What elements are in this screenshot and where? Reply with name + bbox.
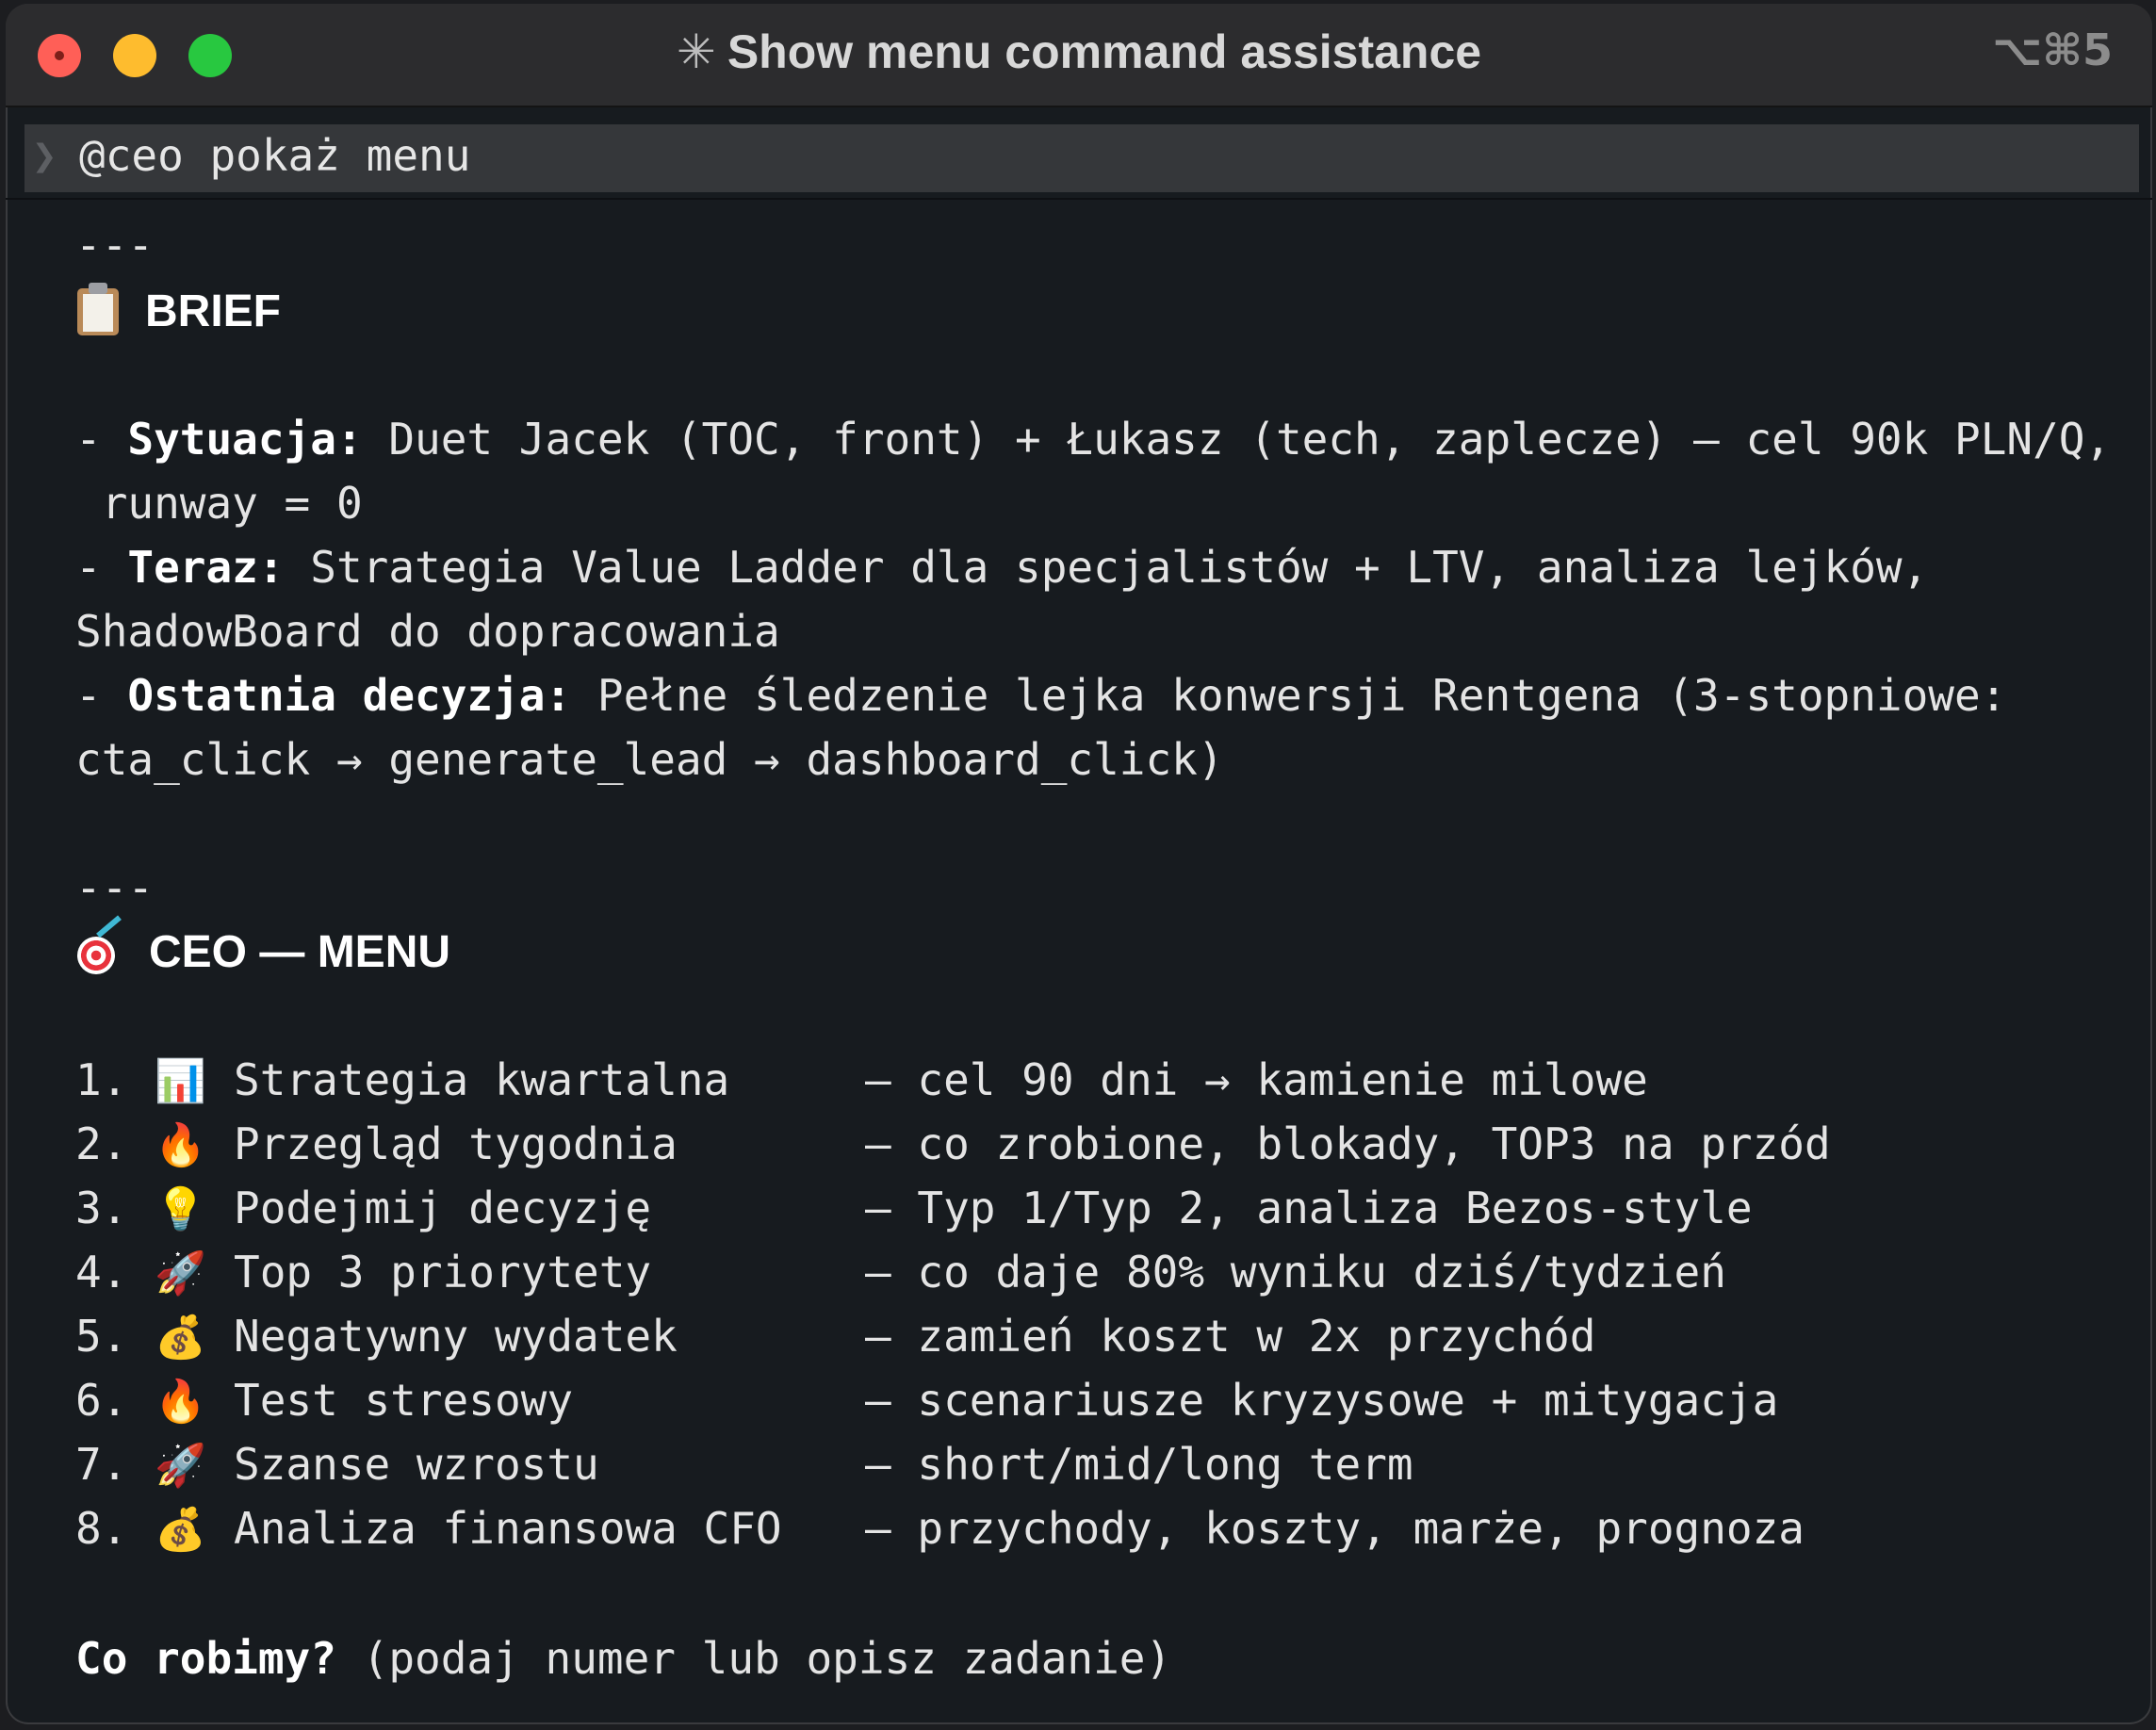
menu-item-label: Przegląd tygodnia: [234, 1118, 678, 1169]
rocket-icon: 🚀: [155, 1249, 206, 1298]
menu-item-number: 8.: [75, 1503, 128, 1554]
command-text[interactable]: @ceo pokaż menu: [79, 130, 470, 181]
asterisk-icon: ✳: [676, 25, 716, 78]
money-bag-icon: 💰: [155, 1314, 206, 1362]
terminal-window: ✳ Show menu command assistance ⌥⌘5 ❯ @ceo…: [6, 4, 2152, 1724]
clipboard-icon: [75, 283, 121, 335]
situation-line-2: runway = 0: [75, 478, 363, 529]
menu-item-number: 6.: [75, 1375, 128, 1426]
menu-item-description: — zamień koszt w 2x przychód: [865, 1311, 1596, 1362]
menu-item-description: — scenariusze kryzysowe + mitygacja: [865, 1375, 1779, 1426]
decision-label: Ostatnia decyzja:: [127, 670, 572, 721]
footer-hint: (podaj numer lub opisz zadanie): [335, 1633, 1172, 1684]
now-line: - Teraz: Strategia Value Ladder dla spec…: [75, 542, 1929, 593]
menu-item[interactable]: 8. 💰 Analiza finansowa CFO — przychody, kos…: [75, 1496, 1805, 1560]
menu-item-label: Szanse wzrostu: [234, 1439, 599, 1490]
menu-item[interactable]: 2. 🔥 Przegląd tygodnia — co zrobione, bloka…: [75, 1112, 1831, 1176]
menu-item-description: — cel 90 dni → kamienie milowe: [865, 1054, 1648, 1105]
menu-item-label: Strategia kwartalna: [234, 1054, 730, 1105]
now-label: Teraz:: [127, 542, 285, 593]
situation-text: Duet Jacek (TOC, front) + Łukasz (tech, …: [362, 414, 2112, 465]
brief-divider: ---: [75, 220, 155, 270]
menu-heading: CEO — MENU: [149, 927, 451, 977]
menu-item-number: 1.: [75, 1054, 128, 1105]
menu-item[interactable]: 6. 🔥 Test stresowy — scenariusze kryzysowe …: [75, 1368, 1778, 1432]
menu-item-description: — Typ 1/Typ 2, analiza Bezos-style: [865, 1183, 1753, 1233]
prompt-chevron-icon: ❯: [32, 132, 57, 180]
menu-item-description: — co zrobione, blokady, TOP3 na przód: [865, 1118, 1831, 1169]
brief-heading-row: BRIEF: [75, 279, 281, 343]
chart-icon: 📊: [155, 1057, 206, 1105]
window-title-text: Show menu command assistance: [727, 25, 1482, 78]
menu-item-description: — przychody, koszty, marże, prognoza: [865, 1503, 1805, 1554]
command-input-bar[interactable]: ❯ @ceo pokaż menu: [24, 124, 2139, 192]
decision-line: - Ostatnia decyzja: Pełne śledzenie lejk…: [75, 670, 2007, 721]
situation-line: - Sytuacja: Duet Jacek (TOC, front) + Łu…: [75, 414, 2112, 465]
menu-item[interactable]: 5. 💰 Negatywny wydatek — zamień koszt w 2x …: [75, 1304, 1595, 1368]
menu-item-label: Analiza finansowa CFO: [234, 1503, 782, 1554]
decision-text: Pełne śledzenie lejka konwersji Rentgena…: [571, 670, 2007, 721]
menu-item[interactable]: 1. 📊 Strategia kwartalna — cel 90 dni → kam…: [75, 1048, 1648, 1112]
menu-item-description: — short/mid/long term: [865, 1439, 1413, 1490]
situation-label: Sytuacja:: [127, 414, 363, 465]
menu-heading-row: CEO — MENU: [75, 915, 451, 984]
footer-prompt: Co robimy? (podaj numer lub opisz zadani…: [75, 1626, 1171, 1690]
menu-item-label: Top 3 priorytety: [234, 1247, 652, 1298]
lightbulb-icon: 💡: [155, 1185, 206, 1233]
fire-icon: 🔥: [155, 1378, 206, 1426]
menu-item-number: 2.: [75, 1118, 128, 1169]
menu-item-number: 7.: [75, 1439, 128, 1490]
decision-line-2: cta_click → generate_lead → dashboard_cl…: [75, 734, 1224, 785]
menu-item-label: Podejmij decyzję: [234, 1183, 652, 1233]
menu-item-label: Test stresowy: [234, 1375, 574, 1426]
brief-heading: BRIEF: [145, 286, 281, 336]
menu-item-label: Negatywny wydatek: [234, 1311, 678, 1362]
title-bar: ✳ Show menu command assistance ⌥⌘5: [6, 4, 2152, 107]
fire-icon: 🔥: [155, 1121, 206, 1169]
money-bag-icon: 💰: [155, 1506, 206, 1554]
keyboard-shortcut: ⌥⌘5: [1992, 24, 2113, 75]
divider: [6, 198, 2152, 200]
menu-item[interactable]: 7. 🚀 Szanse wzrostu — short/mid/long term: [75, 1432, 1413, 1496]
menu-item-number: 3.: [75, 1183, 128, 1233]
menu-item-number: 4.: [75, 1247, 128, 1298]
now-text: Strategia Value Ladder dla specjalistów …: [284, 542, 1929, 593]
window-title: ✳ Show menu command assistance: [6, 24, 2152, 79]
menu-divider: ---: [75, 862, 155, 913]
menu-item-number: 5.: [75, 1311, 128, 1362]
output-area: --- BRIEF - Sytuacja: Duet Jacek (TOC, f…: [75, 213, 2139, 1684]
menu-item[interactable]: 3. 💡 Podejmij decyzję — Typ 1/Typ 2, analiz…: [75, 1176, 1753, 1240]
footer-question: Co robimy?: [75, 1633, 336, 1684]
target-icon: [75, 915, 124, 976]
rocket-icon: 🚀: [155, 1442, 206, 1490]
menu-item-description: — co daje 80% wyniku dziś/tydzień: [865, 1247, 1726, 1298]
now-line-2: ShadowBoard do dopracowania: [75, 606, 780, 657]
menu-item[interactable]: 4. 🚀 Top 3 priorytety — co daje 80% wyniku …: [75, 1240, 1726, 1304]
